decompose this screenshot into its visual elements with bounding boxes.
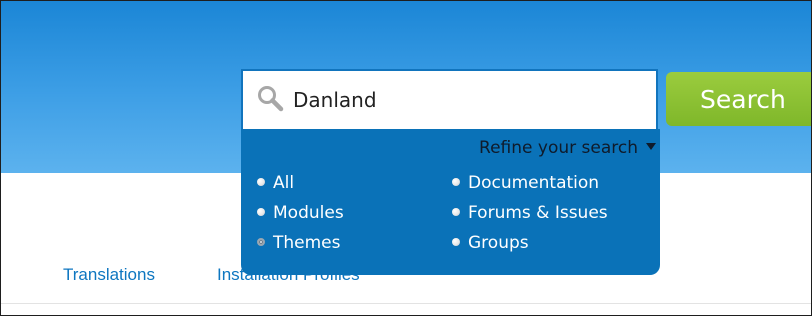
filter-option-label: Modules [273, 203, 344, 223]
filter-option-forums-issues[interactable]: Forums & Issues [452, 203, 608, 223]
search-widget: Refine your search All Modules Themes Do… [241, 69, 660, 276]
filter-option-label: Themes [273, 233, 341, 253]
filter-option-label: Documentation [468, 173, 600, 193]
filter-option-documentation[interactable]: Documentation [452, 173, 599, 193]
refine-panel: Refine your search All Modules Themes Do… [241, 129, 660, 275]
filter-option-label: All [273, 173, 295, 193]
caret-down-icon [646, 143, 656, 150]
filter-option-themes[interactable]: Themes [257, 233, 341, 253]
radio-icon [257, 178, 265, 186]
radio-icon [452, 178, 460, 186]
refine-search-label: Refine your search [479, 138, 638, 158]
search-input[interactable] [293, 83, 643, 117]
search-box [241, 69, 658, 129]
filter-option-label: Groups [468, 233, 529, 253]
radio-selected-icon [257, 238, 265, 246]
magnifier-icon [256, 84, 286, 114]
nav-item-translations[interactable]: Translations [63, 265, 155, 285]
radio-icon [452, 208, 460, 216]
filter-option-all[interactable]: All [257, 173, 294, 193]
radio-icon [452, 238, 460, 246]
refine-search-toggle[interactable]: Refine your search [479, 138, 656, 158]
filter-option-groups[interactable]: Groups [452, 233, 529, 253]
page: es Translations Installation Profiles Re… [0, 0, 812, 316]
filter-option-modules[interactable]: Modules [257, 203, 344, 223]
search-button[interactable]: Search [666, 72, 811, 126]
radio-icon [257, 208, 265, 216]
filter-option-label: Forums & Issues [468, 203, 608, 223]
